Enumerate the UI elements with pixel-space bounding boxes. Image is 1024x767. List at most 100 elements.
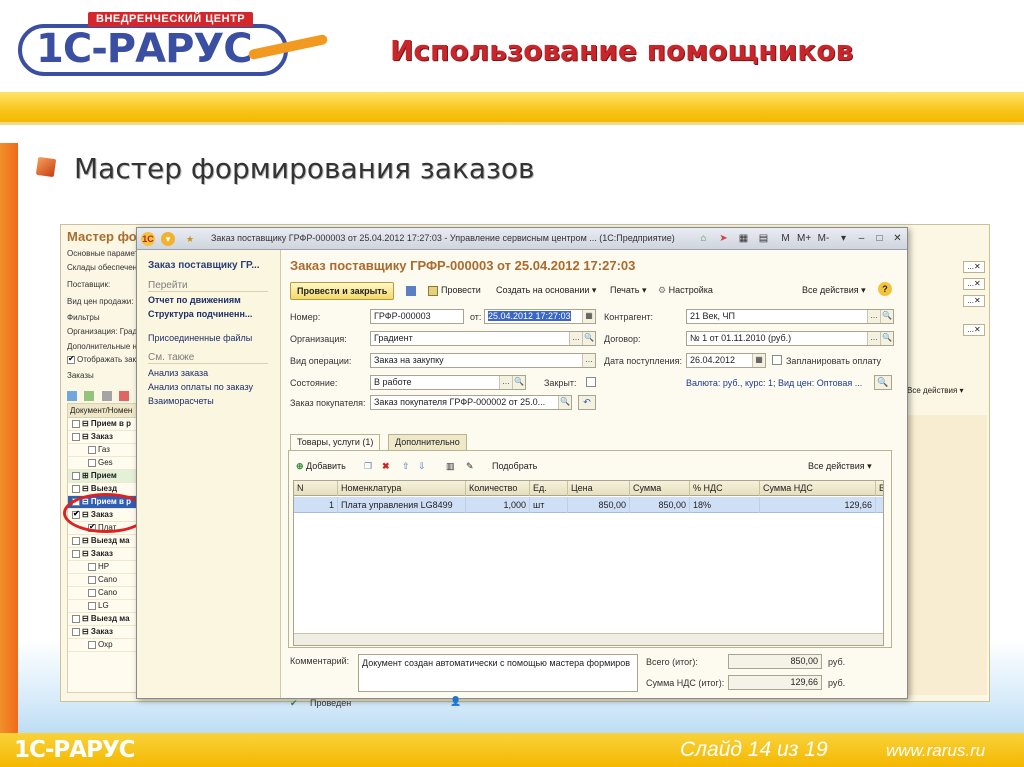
copy-row-icon[interactable]: ❐ — [364, 458, 372, 476]
column-header[interactable]: Сумма НДС — [760, 481, 876, 496]
state-field[interactable]: В работе … 🔍 — [370, 375, 526, 390]
calendar-icon[interactable]: ▤ — [757, 232, 770, 245]
currency-search-button[interactable]: 🔍 — [874, 375, 892, 390]
column-header[interactable]: Сумма — [630, 481, 690, 496]
column-header[interactable]: Ед. — [530, 481, 568, 496]
pen-icon[interactable]: ✎ — [466, 458, 474, 476]
search-icon[interactable]: 🔍 — [512, 376, 525, 389]
move-up-icon[interactable]: ⇧ — [402, 458, 410, 476]
refresh-button[interactable]: ↶ — [578, 395, 596, 410]
settings-button[interactable]: ⚙ Настройка — [658, 282, 713, 300]
search-icon[interactable]: 🔍 — [558, 396, 571, 409]
wizard-field-button[interactable]: ...✕ — [963, 261, 985, 273]
comment-field[interactable]: Документ создан автоматически с помощью … — [358, 654, 638, 692]
calendar-icon[interactable]: ▦ — [582, 310, 595, 323]
home-icon[interactable]: ⌂ — [697, 232, 710, 245]
tree-row-checkbox[interactable] — [72, 471, 80, 480]
move-down-icon[interactable]: ⇩ — [418, 458, 426, 476]
print-button[interactable]: Печать ▾ — [610, 282, 647, 300]
column-header[interactable]: Количество — [466, 481, 530, 496]
grid-all-actions-button[interactable]: Все действия ▾ — [808, 458, 872, 476]
tree-row-checkbox[interactable] — [88, 575, 96, 584]
user-icon[interactable]: 👤 — [450, 696, 461, 707]
tree-toolbar-icon[interactable] — [101, 390, 112, 401]
wizard-all-actions[interactable]: Все действия ▾ — [907, 386, 964, 395]
operation-type-field[interactable]: Заказ на закупку… — [370, 353, 596, 368]
date-field[interactable]: 25.04.2012 17:27:03 ▦ — [484, 309, 596, 324]
delete-row-icon[interactable]: ✖ — [382, 458, 390, 476]
tree-row-checkbox[interactable] — [72, 536, 80, 545]
nav-header[interactable]: Заказ поставщику ГР... — [148, 260, 260, 271]
select-button[interactable]: … — [582, 354, 595, 367]
contract-field[interactable]: № 1 от 01.11.2010 (руб.) … 🔍 — [686, 331, 894, 346]
pick-button[interactable]: Подобрать — [492, 458, 537, 476]
help-icon[interactable]: ? — [878, 282, 892, 296]
tree-row-checkbox[interactable] — [72, 614, 80, 623]
select-button[interactable]: … — [867, 310, 880, 323]
memory-icon[interactable]: M — [779, 232, 792, 245]
tree-row-checkbox[interactable] — [72, 432, 80, 441]
star-icon[interactable]: ★ — [183, 232, 197, 246]
search-icon[interactable]: 🔍 — [880, 310, 893, 323]
menu-arrow-icon[interactable]: ▾ — [161, 232, 175, 246]
column-header[interactable]: % НДС — [690, 481, 760, 496]
tree-toolbar-icon[interactable] — [84, 390, 95, 401]
window-menu-icon[interactable]: ▾ — [837, 232, 850, 245]
save-button[interactable] — [406, 282, 419, 300]
show-orders-checkbox[interactable] — [67, 354, 75, 364]
all-actions-button[interactable]: Все действия ▾ — [802, 282, 866, 300]
tree-row-checkbox[interactable] — [72, 549, 80, 558]
select-button[interactable]: … — [569, 332, 582, 345]
tree-row-checkbox[interactable] — [88, 588, 96, 597]
maximize-icon[interactable]: □ — [873, 232, 886, 245]
wizard-field-button[interactable]: ...✕ — [963, 324, 985, 336]
calculator-icon[interactable]: ▦ — [737, 232, 750, 245]
nav-link-order-analysis[interactable]: Анализ заказа — [148, 368, 208, 378]
closed-checkbox[interactable] — [586, 377, 596, 387]
tree-row-checkbox[interactable] — [88, 458, 96, 467]
tree-toolbar-icon[interactable] — [67, 390, 77, 401]
nav-link-settlements[interactable]: Взаиморасчеты — [148, 396, 214, 406]
calendar-icon[interactable]: ▦ — [752, 354, 765, 367]
nav-link-payment-analysis[interactable]: Анализ оплаты по заказу — [148, 382, 253, 392]
tree-row-checkbox[interactable] — [88, 445, 96, 454]
column-header[interactable]: Номенклатура — [338, 481, 466, 496]
nav-link-subordination[interactable]: Структура подчиненн... — [148, 309, 252, 319]
minimize-icon[interactable]: – — [855, 232, 868, 245]
tree-row-checkbox[interactable] — [88, 640, 96, 649]
wizard-field-button[interactable]: ...✕ — [963, 278, 985, 290]
nav-link-movements-report[interactable]: Отчет по движениям — [148, 295, 241, 305]
search-icon[interactable]: 🔍 — [582, 332, 595, 345]
select-button[interactable]: … — [499, 376, 512, 389]
post-button[interactable]: Провести — [428, 282, 481, 300]
column-header[interactable]: В — [876, 481, 883, 496]
column-header[interactable]: N — [294, 481, 338, 496]
organization-field[interactable]: Градиент … 🔍 — [370, 331, 596, 346]
receipt-date-field[interactable]: 26.04.2012 ▦ — [686, 353, 766, 368]
close-icon[interactable]: ✕ — [891, 232, 904, 245]
table-horizontal-scrollbar[interactable] — [294, 633, 883, 645]
number-field[interactable]: ГРФР-000003 — [370, 309, 464, 324]
tree-row-checkbox[interactable] — [72, 627, 80, 636]
column-header[interactable]: Цена — [568, 481, 630, 496]
memory-plus-icon[interactable]: M+ — [797, 232, 811, 245]
tree-row-checkbox[interactable] — [88, 562, 96, 571]
customer-order-field[interactable]: Заказ покупателя ГРФР-000002 от 25.0... 🔍 — [370, 395, 572, 410]
arrow-icon[interactable]: ➤ — [717, 232, 730, 245]
post-and-close-button[interactable]: Провести и закрыть — [290, 282, 395, 300]
select-button[interactable]: … — [867, 332, 880, 345]
app-icon[interactable]: 1С — [141, 232, 155, 246]
table-row[interactable]: 1 Плата управления LG8499 1,000 шт 850,0… — [294, 497, 883, 513]
tree-row-checkbox[interactable] — [88, 601, 96, 610]
contractor-field[interactable]: 21 Век, ЧП … 🔍 — [686, 309, 894, 324]
currency-info-link[interactable]: Валюта: руб., курс: 1; Вид цен: Оптовая … — [686, 378, 862, 388]
search-icon[interactable]: 🔍 — [880, 332, 893, 345]
tree-row-checkbox[interactable] — [72, 419, 80, 428]
memory-minus-icon[interactable]: M- — [817, 232, 830, 245]
tree-row-checkbox[interactable] — [72, 484, 80, 493]
create-based-on-button[interactable]: Создать на основании ▾ — [496, 282, 596, 300]
nav-link-attached-files[interactable]: Присоединенные файлы — [148, 333, 252, 343]
tab-additional[interactable]: Дополнительно — [388, 434, 467, 450]
plan-payment-checkbox[interactable] — [772, 355, 782, 365]
barcode-icon[interactable]: ▥ — [446, 458, 455, 476]
